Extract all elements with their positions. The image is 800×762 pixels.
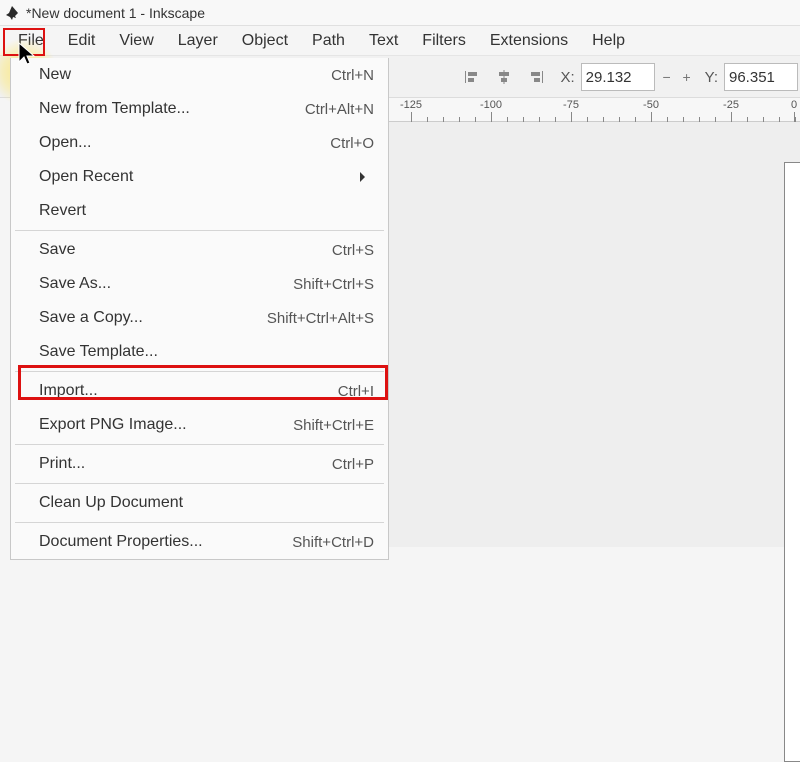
file-menu-item-save[interactable]: Save Ctrl+S — [11, 233, 388, 267]
menu-item-label: New from Template... — [39, 100, 190, 118]
coord-y-input[interactable]: 96.351 — [724, 63, 798, 91]
menu-item-shortcut: Ctrl+S — [332, 242, 374, 259]
ruler-label: -25 — [723, 99, 739, 111]
menu-item-label: Save As... — [39, 275, 111, 293]
menu-item-shortcut: Ctrl+Alt+N — [305, 101, 374, 118]
menu-item-shortcut: Shift+Ctrl+E — [293, 417, 374, 434]
menu-filters[interactable]: Filters — [410, 29, 478, 53]
menu-item-label: New — [39, 66, 71, 84]
align-center-icon[interactable] — [491, 64, 517, 90]
menu-item-label: Import... — [39, 382, 98, 400]
coord-x-decrement[interactable]: − — [659, 63, 675, 91]
menu-help[interactable]: Help — [580, 29, 637, 53]
file-menu-item-save-template[interactable]: Save Template... — [11, 335, 388, 369]
menu-item-label: Open Recent — [39, 168, 133, 186]
file-menu-item-open[interactable]: Open... Ctrl+O — [11, 126, 388, 160]
coord-x-input[interactable]: 29.132 — [581, 63, 655, 91]
menu-separator — [15, 522, 384, 523]
file-menu-item-save-as[interactable]: Save As... Shift+Ctrl+S — [11, 267, 388, 301]
horizontal-ruler: -125 -100 -75 -50 -25 0 — [389, 98, 800, 122]
menu-item-label: Save a Copy... — [39, 309, 143, 327]
ruler-label: -75 — [563, 99, 579, 111]
ruler-label: -125 — [400, 99, 422, 111]
file-menu-item-new-from-template[interactable]: New from Template... Ctrl+Alt+N — [11, 92, 388, 126]
file-dropdown: New Ctrl+N New from Template... Ctrl+Alt+N O… — [10, 58, 389, 560]
menu-item-shortcut: Shift+Ctrl+D — [292, 534, 374, 551]
menu-object[interactable]: Object — [230, 29, 300, 53]
menu-item-label: Revert — [39, 202, 86, 220]
menu-layer[interactable]: Layer — [166, 29, 230, 53]
menu-item-label: Clean Up Document — [39, 494, 183, 512]
menu-extensions[interactable]: Extensions — [478, 29, 580, 53]
align-right-icon[interactable] — [523, 64, 549, 90]
file-menu-item-revert[interactable]: Revert — [11, 194, 388, 228]
file-menu-item-print[interactable]: Print... Ctrl+P — [11, 447, 388, 481]
menu-item-label: Export PNG Image... — [39, 416, 187, 434]
menu-item-shortcut: Ctrl+O — [330, 135, 374, 152]
file-menu-item-import[interactable]: Import... Ctrl+I — [11, 374, 388, 408]
inkscape-icon — [4, 5, 20, 21]
menu-path[interactable]: Path — [300, 29, 357, 53]
menu-item-label: Save Template... — [39, 343, 158, 361]
menubar: File Edit View Layer Object Path Text Fi… — [0, 26, 800, 56]
ruler-label: -100 — [480, 99, 502, 111]
menu-view[interactable]: View — [107, 29, 165, 53]
menu-item-shortcut: Ctrl+I — [338, 383, 374, 400]
menu-separator — [15, 230, 384, 231]
canvas-page — [784, 162, 800, 762]
window-title: *New document 1 - Inkscape — [26, 5, 205, 21]
align-left-icon[interactable] — [459, 64, 485, 90]
ruler-label: 0 — [791, 99, 797, 111]
file-menu-item-clean-up-document[interactable]: Clean Up Document — [11, 486, 388, 520]
file-menu-item-save-a-copy[interactable]: Save a Copy... Shift+Ctrl+Alt+S — [11, 301, 388, 335]
menu-file[interactable]: File — [6, 29, 56, 53]
submenu-arrow-icon — [360, 172, 370, 182]
menu-item-label: Save — [39, 241, 75, 259]
menu-item-label: Open... — [39, 134, 91, 152]
menu-separator — [15, 444, 384, 445]
menu-item-label: Print... — [39, 455, 85, 473]
menu-separator — [15, 371, 384, 372]
menu-item-shortcut: Shift+Ctrl+S — [293, 276, 374, 293]
menu-item-shortcut: Ctrl+N — [331, 67, 374, 84]
coord-y-label: Y: — [705, 69, 718, 86]
menu-text[interactable]: Text — [357, 29, 410, 53]
ruler-label: -50 — [643, 99, 659, 111]
coord-x-label: X: — [560, 69, 574, 86]
menu-separator — [15, 483, 384, 484]
menu-item-shortcut: Ctrl+P — [332, 456, 374, 473]
canvas-area[interactable] — [389, 122, 800, 547]
file-menu-item-new[interactable]: New Ctrl+N — [11, 58, 388, 92]
menu-item-shortcut: Shift+Ctrl+Alt+S — [267, 310, 374, 327]
file-menu-item-document-properties[interactable]: Document Properties... Shift+Ctrl+D — [11, 525, 388, 559]
titlebar: *New document 1 - Inkscape — [0, 0, 800, 26]
menu-item-label: Document Properties... — [39, 533, 203, 551]
file-menu-item-open-recent[interactable]: Open Recent — [11, 160, 388, 194]
file-menu-item-export-png-image[interactable]: Export PNG Image... Shift+Ctrl+E — [11, 408, 388, 442]
menu-edit[interactable]: Edit — [56, 29, 108, 53]
coord-x-increment[interactable]: + — [679, 63, 695, 91]
